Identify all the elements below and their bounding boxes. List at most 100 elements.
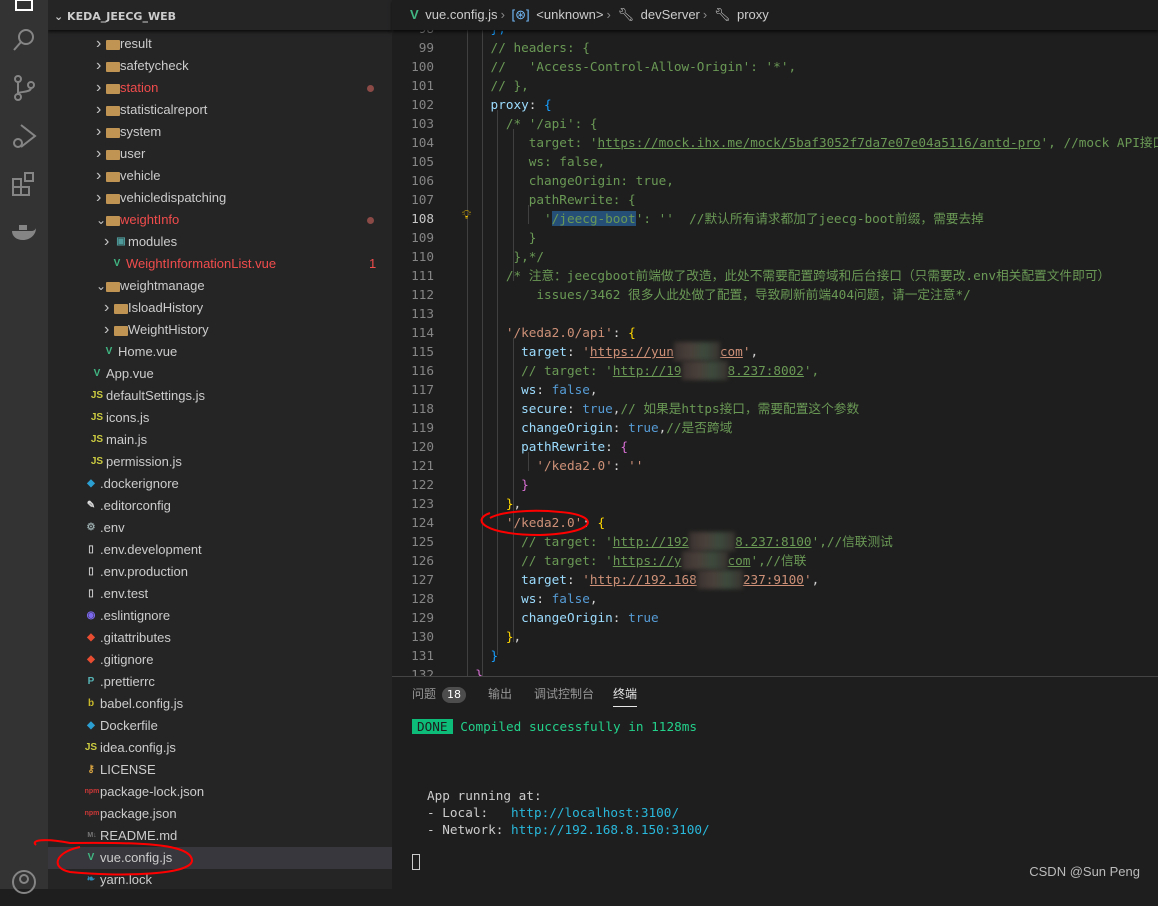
code-line: 109 } (392, 228, 1158, 247)
extensions-icon[interactable] (0, 160, 48, 208)
terminal-cursor[interactable] (412, 854, 420, 870)
code-token: '/keda2.0' (460, 515, 583, 530)
tree-item[interactable]: ❧ yarn.lock (48, 869, 392, 889)
network-url-link[interactable]: http://192.168.8.150:3100/ (511, 822, 710, 837)
tree-item[interactable]: ▯ .env.production (48, 561, 392, 583)
account-icon[interactable] (0, 858, 48, 906)
tree-item[interactable]: › ▣ modules (48, 231, 392, 253)
folder-icon (106, 150, 120, 160)
line-number: 111 (411, 268, 434, 283)
code-token: true (628, 610, 659, 625)
tree-item[interactable]: › safetycheck (48, 55, 392, 77)
code-line: 128 ws: false, (392, 589, 1158, 608)
tab-debug-console[interactable]: 调试控制台 (534, 685, 594, 707)
tree-item-label: vehicledispatching (120, 190, 227, 205)
code-token: } (460, 230, 537, 245)
code-token: }, (460, 30, 506, 36)
code-text: target: 'http://192.168 237:9100', (460, 570, 819, 589)
code-token: changeOrigin: true, (460, 173, 674, 188)
lightbulb-icon[interactable]: 💡︎ (462, 208, 471, 223)
tree-item[interactable]: ◆ .gitignore (48, 649, 392, 671)
code-token: ',//信联 (750, 553, 807, 568)
tree-item[interactable]: JS main.js (48, 429, 392, 451)
tree-item[interactable]: ⌄ weightInfo (48, 209, 392, 231)
tree-item[interactable]: ▯ .env.test (48, 583, 392, 605)
tree-item-label: Home.vue (118, 344, 178, 359)
docker-icon[interactable] (0, 208, 48, 256)
tree-item[interactable]: › station (48, 77, 392, 99)
tree-item[interactable]: V Home.vue (48, 341, 392, 363)
tree-item[interactable]: JS permission.js (48, 451, 392, 473)
folder-open-icon (106, 282, 120, 292)
line-number: 114 (411, 325, 434, 340)
breadcrumb-item[interactable]: devServer (641, 7, 700, 22)
tree-item[interactable]: › WeightHistory (48, 319, 392, 341)
tree-item[interactable]: JS defaultSettings.js (48, 385, 392, 407)
code-token: ws (460, 591, 537, 606)
tree-item-label: user (120, 146, 146, 161)
tree-item-label: package-lock.json (100, 784, 205, 799)
breadcrumb-item[interactable]: <unknown> (536, 7, 603, 22)
breadcrumb-item[interactable]: proxy (737, 7, 769, 22)
tree-item[interactable]: V App.vue (48, 363, 392, 385)
tree-item[interactable]: › statisticalreport (48, 99, 392, 121)
code-line: 127 target: 'http://192.168 237:9100', (392, 570, 1158, 589)
modified-dot-icon (367, 85, 374, 92)
tree-item[interactable]: JS idea.config.js (48, 737, 392, 759)
code-token: // target: ' (460, 363, 613, 378)
code-token: , (589, 591, 598, 606)
tree-item[interactable]: JS icons.js (48, 407, 392, 429)
code-token: ws: false, (460, 154, 606, 169)
tree-item[interactable]: ▯ .env.development (48, 539, 392, 561)
tree-item[interactable]: Vvue.config.js (48, 847, 392, 869)
tab-terminal[interactable]: 终端 (613, 685, 638, 707)
tree-item[interactable]: npm package-lock.json (48, 781, 392, 803)
tree-item[interactable]: › vehicle (48, 165, 392, 187)
tree-item[interactable]: › user (48, 143, 392, 165)
code-editor[interactable]: 98 },99 // headers: {100 // 'Access-Cont… (392, 30, 1158, 676)
tree-item[interactable]: ◆ Dockerfile (48, 715, 392, 737)
tree-item[interactable]: › vehicledispatching (48, 187, 392, 209)
tree-item[interactable]: ⚷ LICENSE (48, 759, 392, 781)
tab-output[interactable]: 输出 (488, 685, 512, 707)
code-token: : (566, 344, 583, 359)
code-token: ws (460, 382, 537, 397)
tree-item[interactable]: › system (48, 121, 392, 143)
tree-item[interactable]: › IsloadHistory (48, 297, 392, 319)
code-line: 112 issues/3462 很多人此处做了配置，导致刷新前端404问题，请一… (392, 285, 1158, 304)
local-url-link[interactable]: http://localhost:3100/ (511, 805, 679, 820)
editorconfig-icon: ✎ (86, 500, 96, 511)
folder-icon (106, 40, 120, 50)
line-number: 105 (411, 154, 434, 169)
code-token: } (460, 477, 529, 492)
local-label: - Local: (427, 805, 512, 820)
tree-item-label: .env.production (100, 564, 188, 579)
code-token: : (612, 420, 629, 435)
tree-item[interactable]: ◆ .dockerignore (48, 473, 392, 495)
code-token: : (605, 439, 621, 454)
code-token: true (628, 420, 659, 435)
tree-item[interactable]: b babel.config.js (48, 693, 392, 715)
run-debug-icon[interactable] (0, 112, 48, 160)
tree-item[interactable]: ⚙ .env (48, 517, 392, 539)
tree-item[interactable]: ✎ .editorconfig (48, 495, 392, 517)
tree-item[interactable]: ◉ .eslintignore (48, 605, 392, 627)
tree-item[interactable]: M↓ README.md (48, 825, 392, 847)
tree-item[interactable]: npm package.json (48, 803, 392, 825)
search-icon[interactable] (0, 16, 48, 64)
explorer-header[interactable]: ⌄ KEDA_JEECG_WEB (48, 0, 392, 30)
tree-item[interactable]: V WeightInformationList.vue 1 (48, 253, 392, 275)
tree-item[interactable]: P .prettierrc (48, 671, 392, 693)
source-control-icon[interactable] (0, 64, 48, 112)
code-token: : (612, 458, 629, 473)
tree-item[interactable]: ⌄ weightmanage (48, 275, 392, 297)
code-text: // target: 'http://19 8.237:8002', (460, 361, 819, 380)
tree-item-label: idea.config.js (100, 740, 176, 755)
tab-problems[interactable]: 问题 18 (412, 685, 467, 707)
code-text: // 'Access-Control-Allow-Origin': '*', (460, 57, 797, 76)
tree-item[interactable]: ◆ .gitattributes (48, 627, 392, 649)
tree-item[interactable]: › result (48, 33, 392, 55)
code-token: // 'Access-Control-Allow-Origin': '*', (460, 59, 797, 74)
folder-icon (106, 128, 120, 138)
breadcrumb-item[interactable]: vue.config.js (425, 7, 497, 22)
